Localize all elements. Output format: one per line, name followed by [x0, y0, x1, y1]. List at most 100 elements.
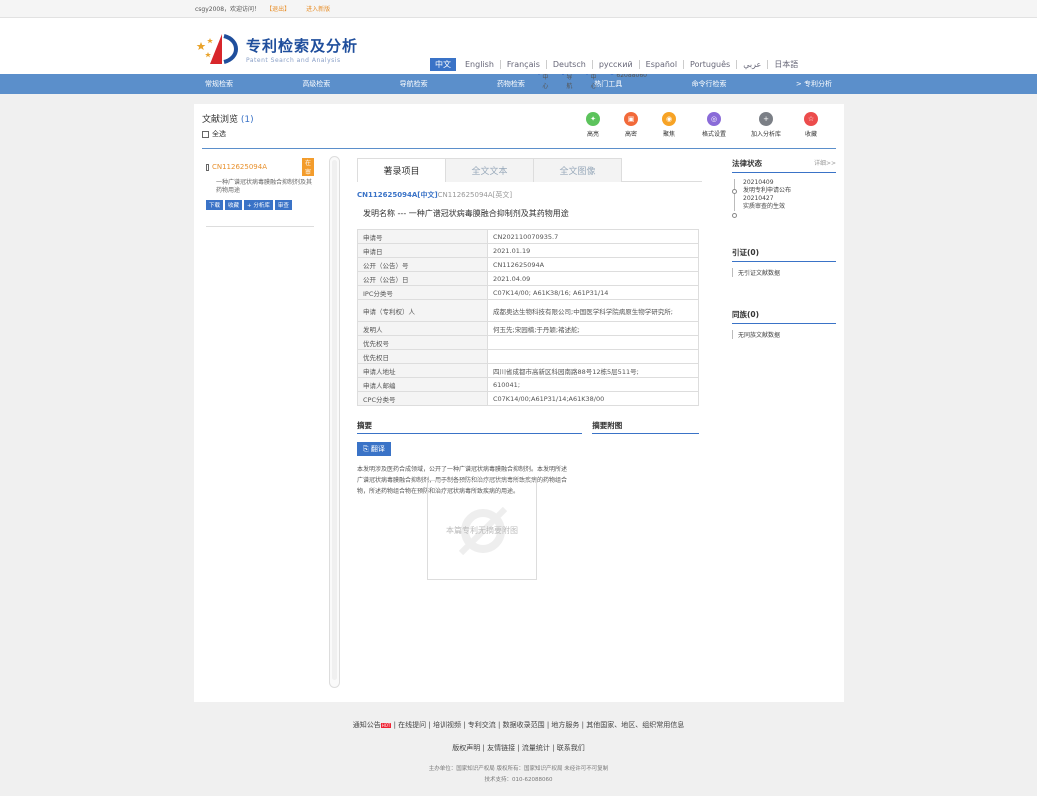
footer-links-text[interactable]: | 在线提问 | 培训视频 | 专利交流 | 数据收录范围 | 地方服务 | 其… — [394, 721, 685, 729]
table-row: 申请号 CN202110070935.7 — [357, 229, 699, 244]
header-divider — [202, 148, 836, 149]
table-value: 610041; — [487, 377, 699, 392]
add-analysis-button[interactable]: + 分析库 — [244, 200, 273, 210]
download-button[interactable]: 下载 — [206, 200, 224, 210]
translate-button[interactable]: ⎘ 翻译 — [357, 442, 391, 456]
highlight-button[interactable]: ✦ 高亮 — [574, 112, 612, 138]
focus-button[interactable]: ◉ 聚焦 — [650, 112, 688, 138]
item-number-link[interactable]: CN112625094A — [212, 163, 267, 171]
table-key: 优先权日 — [357, 349, 488, 364]
table-value: C07K14/00;A61P31/14;A61K38/00 — [487, 391, 699, 406]
top-bar: csgy2008，欢迎访问！【退出】进入新版 个人中心 网站导航 帮助中心 01… — [0, 0, 1037, 90]
highlight-label: 高亮 — [586, 131, 599, 138]
pub-number-cn[interactable]: CN112625094A[中文] — [357, 191, 438, 199]
main-nav: 常规检索 高级检索 导航检索 药物检索 热门工具 命令行检索 > 专利分析 — [0, 74, 1037, 94]
document-browse-title: 文献浏览 (1) — [202, 112, 254, 125]
favorite-button[interactable]: ☆ 收藏 — [792, 112, 830, 138]
pub-number-en[interactable]: CN112625094A[英文] — [438, 191, 512, 199]
notice-link[interactable]: 通知公告 — [353, 721, 381, 729]
dense-label: 高密 — [624, 131, 637, 138]
event-date: 20210409 — [743, 179, 774, 186]
site-logo[interactable]: 专利检索及分析 Patent Search and Analysis — [196, 32, 358, 66]
legal-status-more-link[interactable]: 详细>> — [814, 158, 836, 169]
nav-navigation-search[interactable]: 导航检索 — [400, 79, 428, 89]
select-all-label: 全选 — [212, 130, 226, 138]
table-value: 四川省成都市高新区科园南路88号12栋5层511号; — [487, 363, 699, 378]
nav-drug-search[interactable]: 药物检索 — [497, 79, 525, 89]
logout-link[interactable]: 【退出】 — [266, 6, 290, 13]
select-all-checkbox[interactable] — [202, 130, 209, 138]
table-value: C07K14/00; A61K38/16; A61P31/14 — [487, 285, 699, 300]
nav-regular-search[interactable]: 常规检索 — [205, 79, 233, 89]
table-value: CN112625094A — [487, 257, 699, 272]
collect-button[interactable]: 收藏 — [225, 200, 243, 210]
lang-de[interactable]: Deutsch — [545, 60, 592, 69]
select-all[interactable]: 全选 — [202, 129, 254, 139]
lang-ar[interactable]: عربي — [736, 60, 767, 69]
timeline-dot-icon — [732, 213, 737, 218]
table-value: 2021.04.09 — [487, 271, 699, 286]
add-to-library-label: 加入分析库 — [750, 131, 781, 138]
tab-fulltext[interactable]: 全文文本 — [445, 158, 534, 182]
item-actions: 下载 收藏 + 分析库 审查 — [206, 200, 314, 210]
favorite-label: 收藏 — [804, 131, 817, 138]
family-header: 同族(0) — [732, 309, 836, 324]
abstract-figure-heading: 摘要附图 — [592, 420, 699, 434]
format-settings-label: 格式设置 — [701, 131, 726, 138]
table-value: CN202110070935.7 — [487, 229, 699, 244]
format-settings-button[interactable]: ◎ 格式设置 — [688, 112, 740, 138]
lang-en[interactable]: English — [459, 60, 500, 69]
scrollbar[interactable] — [329, 156, 340, 688]
focus-label: 聚焦 — [662, 131, 675, 138]
document-panel: 文献浏览 (1) 全选 ✦ 高亮 ▣ 高密 ◉ 聚焦 ◎ 格式设置 + 加入分析库 ☆ 收藏… — [194, 104, 844, 702]
lang-fr[interactable]: Français — [499, 60, 546, 69]
invention-title: 发明名称 --- 一种广谱冠状病毒膜融合抑制剂及其药物用途 — [363, 208, 702, 219]
citations-section: 引证(0) 无引证文献数据 — [732, 247, 836, 277]
event-text: 实质审查的生效 — [743, 203, 786, 210]
family-empty: 无同族文献数据 — [732, 330, 836, 339]
add-to-library-button[interactable]: + 加入分析库 — [740, 112, 792, 138]
table-key: 申请人地址 — [357, 363, 488, 378]
table-row: 公开（公告）日 2021.04.09 — [357, 271, 699, 286]
greeting-text: csgy2008，欢迎访问！ — [195, 6, 261, 13]
translate-icon: ⎘ — [363, 445, 371, 453]
nav-patent-analysis[interactable]: > 专利分析 — [796, 79, 832, 89]
table-row: CPC分类号 C07K14/00;A61P31/14;A61K38/00 — [357, 391, 699, 406]
dense-button[interactable]: ▣ 高密 — [612, 112, 650, 138]
examine-button[interactable]: 审查 — [274, 200, 292, 210]
nav-advanced-search[interactable]: 高级检索 — [302, 79, 330, 89]
lang-zh[interactable]: 中文 — [430, 58, 456, 71]
tab-fullimage[interactable]: 全文图像 — [533, 158, 622, 182]
tab-bibliographic[interactable]: 著录项目 — [357, 158, 446, 182]
nav-command-search[interactable]: 命令行检索 — [692, 79, 727, 89]
lang-es[interactable]: Español — [638, 60, 683, 69]
event-date: 20210427 — [743, 195, 774, 202]
document-header: 文献浏览 (1) 全选 — [202, 112, 254, 139]
site-title: 专利检索及分析 — [246, 36, 359, 55]
legal-status-title: 法律状态 — [732, 159, 762, 168]
user-greeting: csgy2008，欢迎访问！ 【退出】 进入新版 — [195, 4, 336, 13]
format-icon: ◎ — [707, 112, 721, 126]
event-text: 发明专利申请公布 — [743, 187, 792, 194]
star-icon: ☆ — [804, 112, 818, 126]
table-row: 优先权号 — [357, 335, 699, 350]
new-version-link[interactable]: 进入新版 — [306, 6, 330, 13]
invention-title-text: 一种广谱冠状病毒膜融合抑制剂及其药物用途 — [408, 209, 569, 218]
table-row: 公开（公告）号 CN112625094A — [357, 257, 699, 272]
item-checkbox[interactable] — [206, 163, 209, 171]
status-badge: 在审 — [301, 158, 314, 176]
lang-ru[interactable]: русский — [591, 60, 639, 69]
logo-mark-icon — [196, 32, 240, 66]
table-key: 申请（专利权）人 — [357, 299, 488, 322]
list-item[interactable]: CN112625094A 在审 一种广谱冠状病毒膜融合抑制剂及其药物用途 下载 收… — [206, 158, 314, 210]
lang-pt[interactable]: Português — [683, 60, 736, 69]
abstract-headings: 摘要 摘要附图 — [357, 420, 699, 434]
bibliographic-table: 申请号 CN202110070935.7 申请日 2021.01.19 公开（公告）… — [357, 229, 699, 406]
footer-links: 通知公告HOT | 在线提问 | 培训视频 | 专利交流 | 数据收录范围 | … — [0, 720, 1037, 730]
table-key: 公开（公告）日 — [357, 271, 488, 286]
item-description: 一种广谱冠状病毒膜融合抑制剂及其药物用途 — [216, 179, 313, 194]
scrollbar-thumb[interactable] — [332, 160, 337, 680]
lang-ja[interactable]: 日本語 — [767, 60, 804, 69]
table-value: 2021.01.19 — [487, 243, 699, 258]
footer-links-secondary[interactable]: 版权声明 | 友情链接 | 流量统计 | 联系我们 — [0, 743, 1037, 753]
